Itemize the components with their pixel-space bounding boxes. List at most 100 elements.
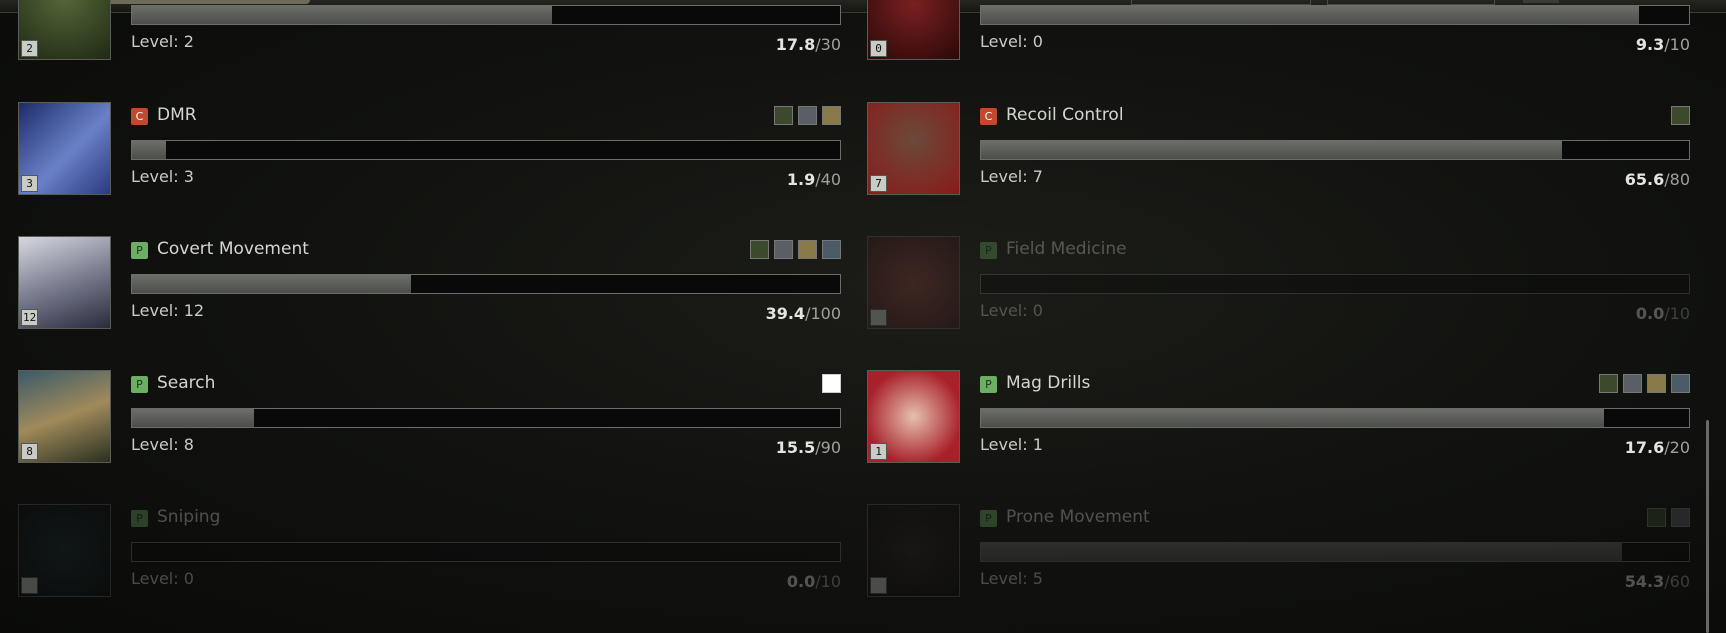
- skill-progress-bar: [980, 5, 1690, 25]
- skill-level-label: Level: 7: [980, 167, 1043, 186]
- skill-progress-bar: [980, 408, 1690, 428]
- skill-progress-value: 17.6/20: [1625, 438, 1690, 457]
- skill-buff-list: [774, 106, 841, 125]
- skill-level-label: Level: 0: [980, 32, 1043, 51]
- skill-progress-max: /10: [1664, 304, 1690, 323]
- skill-category-tag: P: [980, 510, 997, 527]
- skill-level-badge: [870, 309, 887, 326]
- skill-progress-max: /40: [815, 170, 841, 189]
- skill-progress-value: 0.0/10: [1636, 304, 1690, 323]
- skill-card-dmr[interactable]: 3 C DMR Level: 3 1.9/40: [18, 102, 856, 198]
- recoil-buff-icon[interactable]: [1671, 106, 1690, 125]
- helmet-skill-icon: 2: [18, 0, 111, 60]
- magazine-buff-icon[interactable]: [1647, 374, 1666, 393]
- skill-progress-current: 9.3: [1635, 35, 1665, 54]
- skill-progress-fill: [981, 409, 1605, 427]
- skill-progress-fill: [981, 6, 1640, 24]
- skill-card[interactable]: 0 Level: 0 9.3/10: [867, 0, 1705, 63]
- skill-progress-max: /30: [815, 35, 841, 54]
- rifle-buff-icon[interactable]: [822, 106, 841, 125]
- skill-progress-bar: [131, 274, 841, 294]
- skill-progress-bar: [131, 5, 841, 25]
- skill-progress-current: 15.5: [775, 438, 816, 457]
- skill-card-field-medicine[interactable]: P Field Medicine Level: 0 0.0/10: [867, 236, 1705, 332]
- skill-name: Search: [157, 373, 216, 393]
- skill-buff-list: [1599, 374, 1690, 393]
- skill-progress-fill: [981, 543, 1622, 561]
- skill-name: Prone Movement: [1006, 507, 1150, 527]
- magazine-buff-icon[interactable]: [1623, 374, 1642, 393]
- skill-card-prone-movement[interactable]: P Prone Movement Level: 5 54.3/60: [867, 504, 1705, 600]
- skill-card-recoil-control[interactable]: 7 C Recoil Control Level: 7 65.6/80: [867, 102, 1705, 198]
- sneak-buff-icon[interactable]: [750, 240, 769, 259]
- skill-name: Field Medicine: [1006, 239, 1127, 259]
- sneak-buff-icon[interactable]: [774, 240, 793, 259]
- skill-progress-current: 17.6: [1624, 438, 1665, 457]
- prone-buff-icon[interactable]: [1647, 508, 1666, 527]
- skill-progress-current: 0.0: [786, 572, 816, 591]
- walk-buff-icon[interactable]: [822, 240, 841, 259]
- skill-progress-value: 39.4/100: [766, 304, 841, 323]
- skill-progress-bar: [980, 274, 1690, 294]
- skill-progress-value: 65.6/80: [1625, 170, 1690, 189]
- skill-level-badge: 7: [870, 175, 887, 192]
- skill-progress-max: /20: [1664, 438, 1690, 457]
- skill-buff-list: [822, 374, 841, 393]
- skill-level-badge: 3: [21, 175, 38, 192]
- skill-category-tag: P: [980, 376, 997, 393]
- scrollbar-thumb[interactable]: [1706, 420, 1709, 633]
- skill-category-tag: C: [980, 108, 997, 125]
- crosshair-buff-icon[interactable]: [798, 106, 817, 125]
- skill-level-label: Level: 8: [131, 435, 194, 454]
- sniping-skill-icon: [18, 504, 111, 597]
- skill-card-covert-movement[interactable]: 12 P Covert Movement Level: 12 39.4/100: [18, 236, 856, 332]
- skill-level-badge: 2: [21, 40, 38, 57]
- skill-level-label: Level: 2: [131, 32, 194, 51]
- skill-card[interactable]: 2 Level: 2 17.8/30: [18, 0, 856, 63]
- skill-progress-value: 17.8/30: [776, 35, 841, 54]
- skill-progress-max: /100: [805, 304, 841, 323]
- skill-progress-max: /80: [1664, 170, 1690, 189]
- skill-progress-fill: [132, 141, 166, 159]
- skill-progress-max: /10: [1664, 35, 1690, 54]
- skill-name: DMR: [157, 105, 197, 125]
- skill-progress-bar: [131, 408, 841, 428]
- covert-movement-skill-icon: 12: [18, 236, 111, 329]
- skill-level-badge: [21, 577, 38, 594]
- skill-level-badge: 1: [870, 443, 887, 460]
- prone-movement-skill-icon: [867, 504, 960, 597]
- skill-level-badge: 12: [21, 309, 39, 326]
- skill-level-label: Level: 3: [131, 167, 194, 186]
- skill-progress-value: 0.0/10: [787, 572, 841, 591]
- skill-progress-value: 1.9/40: [787, 170, 841, 189]
- skill-progress-fill: [981, 141, 1562, 159]
- skill-progress-max: /60: [1664, 572, 1690, 591]
- skill-progress-bar: [980, 140, 1690, 160]
- search-skill-icon: 8: [18, 370, 111, 463]
- skill-card-search[interactable]: 8 P Search Level: 8 15.5/90: [18, 370, 856, 466]
- skill-progress-current: 65.6: [1624, 170, 1665, 189]
- skill-progress-fill: [132, 409, 254, 427]
- skill-progress-max: /90: [815, 438, 841, 457]
- crawl-buff-icon[interactable]: [1671, 508, 1690, 527]
- stealth-buff-icon[interactable]: [798, 240, 817, 259]
- mag-drills-skill-icon: 1: [867, 370, 960, 463]
- recoil-control-skill-icon: 7: [867, 102, 960, 195]
- skill-level-label: Level: 5: [980, 569, 1043, 588]
- skill-level-label: Level: 0: [980, 301, 1043, 320]
- skill-progress-current: 0.0: [1635, 304, 1665, 323]
- magazine-buff-icon[interactable]: [1599, 374, 1618, 393]
- search-buff-icon[interactable]: [822, 374, 841, 393]
- skill-progress-current: 17.8: [775, 35, 816, 54]
- reload-buff-icon[interactable]: [774, 106, 793, 125]
- skill-buff-list: [1671, 106, 1690, 125]
- skill-card-sniping[interactable]: P Sniping Level: 0 0.0/10: [18, 504, 856, 600]
- skill-progress-bar: [980, 542, 1690, 562]
- skill-name: Mag Drills: [1006, 373, 1091, 393]
- skill-level-badge: [870, 577, 887, 594]
- skill-progress-value: 9.3/10: [1636, 35, 1690, 54]
- skill-buff-list: [1647, 508, 1690, 527]
- skill-card-mag-drills[interactable]: 1 P Mag Drills Level: 1 17.6/20: [867, 370, 1705, 466]
- magazine-buff-icon[interactable]: [1671, 374, 1690, 393]
- skill-progress-bar: [131, 140, 841, 160]
